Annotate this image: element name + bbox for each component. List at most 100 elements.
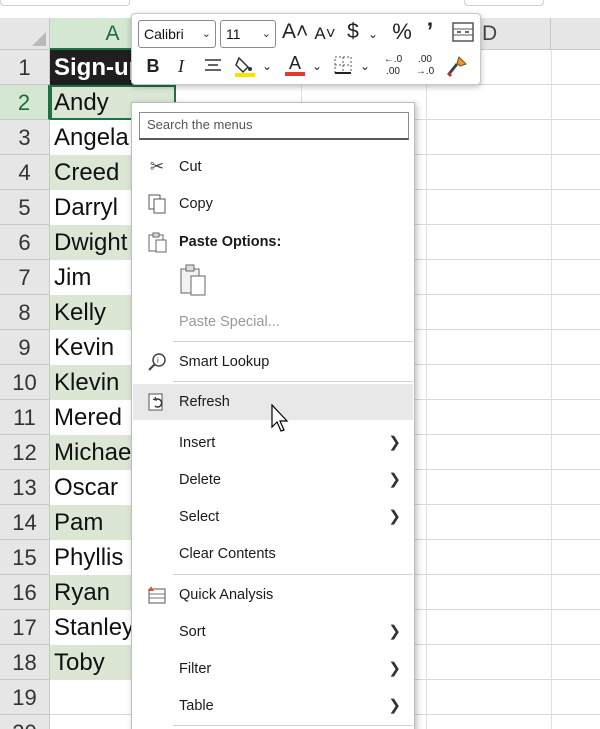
italic-icon: I [178, 56, 184, 76]
row-header[interactable]: 11 [0, 400, 50, 435]
paste-icon [180, 264, 206, 296]
row-header[interactable]: 3 [0, 120, 50, 155]
menu-separator [173, 725, 413, 726]
gridline [551, 50, 552, 85]
font-name-value: Calibri [144, 26, 184, 42]
chevron-right-icon: ❯ [388, 471, 401, 488]
menu-item-label: Paste Options: [179, 234, 282, 250]
font-name-dropdown[interactable]: Calibri ⌄ [138, 20, 216, 48]
gridline [426, 190, 427, 225]
fill-color-button[interactable] [232, 54, 258, 84]
format-painter-button[interactable] [444, 54, 470, 84]
quick-analysis-icon [145, 584, 169, 606]
row-header[interactable]: 13 [0, 470, 50, 505]
menu-item-quick-analysis[interactable]: Quick Analysis [133, 577, 413, 613]
gridline [426, 435, 427, 470]
formula-box[interactable] [464, 0, 544, 6]
row-header[interactable]: 9 [0, 330, 50, 365]
menu-item-sort[interactable]: Sort ❯ [133, 614, 413, 650]
menu-item-label: Filter [179, 661, 212, 677]
gridline [426, 295, 427, 330]
row-header[interactable]: 15 [0, 540, 50, 575]
increase-font-size-button[interactable]: A˄ [282, 20, 308, 44]
mouse-cursor-icon [271, 404, 289, 432]
row-header[interactable]: 2 [0, 85, 50, 120]
borders-dropdown[interactable]: ⌄ [358, 54, 372, 78]
row-header[interactable]: 5 [0, 190, 50, 225]
gridline [551, 575, 552, 610]
menu-item-smart-lookup[interactable]: i Smart Lookup [133, 344, 413, 380]
row-header[interactable]: 8 [0, 295, 50, 330]
gridline [426, 680, 427, 715]
font-size-dropdown[interactable]: 11 ⌄ [220, 20, 276, 48]
gridline [551, 330, 552, 365]
menu-item-label: Refresh [179, 394, 230, 410]
row-header[interactable]: 18 [0, 645, 50, 680]
gridline [426, 575, 427, 610]
menu-item-table[interactable]: Table ❯ [133, 688, 413, 724]
clipboard-icon [145, 231, 169, 253]
menu-item-label: Cut [179, 159, 202, 175]
gridline [426, 330, 427, 365]
gridline [551, 400, 552, 435]
menu-item-filter[interactable]: Filter ❯ [133, 651, 413, 687]
menu-item-label: Delete [179, 472, 221, 488]
menu-item-clear-contents[interactable]: Clear Contents [133, 536, 413, 572]
fill-color-dropdown[interactable]: ⌄ [260, 54, 274, 78]
font-color-button[interactable]: A [282, 54, 308, 76]
currency-button[interactable]: $ [340, 20, 366, 44]
row-header[interactable]: 4 [0, 155, 50, 190]
percent-button[interactable]: % [388, 20, 416, 44]
gridline [551, 435, 552, 470]
currency-dropdown[interactable]: ⌄ [366, 22, 380, 46]
row-header[interactable]: 6 [0, 225, 50, 260]
menu-item-copy[interactable]: Copy [133, 186, 413, 222]
decrease-decimal-button[interactable]: .00 →.0 [410, 54, 440, 78]
row-header[interactable]: 17 [0, 610, 50, 645]
gridline [426, 225, 427, 260]
align-center-button[interactable] [200, 54, 226, 82]
row-header[interactable]: 19 [0, 680, 50, 715]
row-header[interactable]: 16 [0, 575, 50, 610]
increase-decimal-button[interactable]: ←.0 .00 [378, 54, 408, 78]
menu-item-label: Smart Lookup [179, 354, 270, 370]
decrease-font-size-button[interactable]: A˅ [312, 22, 338, 46]
row-header[interactable]: 7 [0, 260, 50, 295]
row-header[interactable]: 10 [0, 365, 50, 400]
decrease-decimal-icon: .00 →.0 [415, 54, 435, 77]
row-header[interactable]: 1 [0, 50, 50, 85]
select-all-corner[interactable] [0, 18, 50, 50]
bold-button[interactable]: B [142, 54, 164, 78]
comma-style-button[interactable]: ’ [420, 20, 440, 44]
borders-button[interactable] [330, 54, 356, 82]
chevron-right-icon: ❯ [388, 697, 401, 714]
menu-search-input[interactable]: Search the menus [139, 112, 409, 140]
merge-cells-icon [452, 22, 474, 42]
chevron-right-icon: ❯ [388, 508, 401, 525]
menu-item-delete[interactable]: Delete ❯ [133, 462, 413, 498]
menu-item-label: Table [179, 698, 214, 714]
gridline [426, 120, 427, 155]
row-header[interactable]: 14 [0, 505, 50, 540]
name-box[interactable] [0, 0, 130, 6]
paste-button[interactable] [177, 263, 209, 299]
row-header[interactable]: 20 [0, 715, 50, 729]
gridline [426, 470, 427, 505]
row-header[interactable]: 12 [0, 435, 50, 470]
italic-button[interactable]: I [170, 54, 192, 78]
smart-lookup-icon: i [145, 351, 169, 373]
gridline [551, 680, 552, 715]
column-header-e[interactable] [551, 18, 600, 50]
decrease-font-icon: A˅ [314, 24, 336, 43]
menu-item-label: Quick Analysis [179, 587, 274, 603]
menu-item-cut[interactable]: ✂ Cut [133, 149, 413, 185]
menu-item-label: Insert [179, 435, 216, 451]
gridline [426, 365, 427, 400]
font-color-dropdown[interactable]: ⌄ [310, 54, 324, 78]
merge-center-button[interactable] [450, 21, 476, 49]
chevron-down-icon: ⌄ [359, 59, 371, 73]
copy-icon [145, 193, 169, 215]
menu-item-select[interactable]: Select ❯ [133, 499, 413, 535]
menu-item-paste-special: Paste Special... [133, 304, 413, 340]
chevron-down-icon: ⌄ [367, 27, 379, 41]
